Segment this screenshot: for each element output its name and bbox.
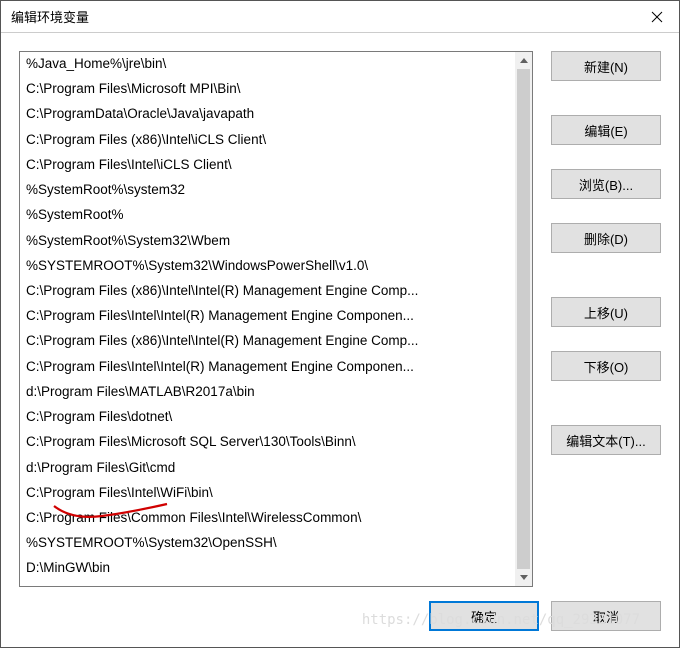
ok-button[interactable]: 确定 bbox=[429, 601, 539, 631]
list-item[interactable]: %SystemRoot%\System32\Wbem bbox=[20, 229, 515, 254]
list-item[interactable]: %SYSTEMROOT%\System32\OpenSSH\ bbox=[20, 531, 515, 556]
browse-button[interactable]: 浏览(B)... bbox=[551, 169, 661, 199]
list-item[interactable]: %SystemRoot%\system32 bbox=[20, 178, 515, 203]
delete-button[interactable]: 删除(D) bbox=[551, 223, 661, 253]
list-item[interactable]: D:\MinGW\bin bbox=[20, 556, 515, 581]
list-item[interactable]: C:\Program Files\dotnet\ bbox=[20, 405, 515, 430]
list-item[interactable]: C:\ProgramData\Oracle\Java\javapath bbox=[20, 102, 515, 127]
window-title: 编辑环境变量 bbox=[11, 7, 89, 26]
scroll-up-arrow[interactable] bbox=[515, 52, 532, 69]
scrollbar[interactable] bbox=[515, 52, 532, 586]
dialog-footer: https://blog.csdn.net/qq_29381077 确定 取消 bbox=[1, 587, 679, 647]
edit-button[interactable]: 编辑(E) bbox=[551, 115, 661, 145]
list-item[interactable]: C:\Program Files (x86)\Intel\Intel(R) Ma… bbox=[20, 279, 515, 304]
moveup-button[interactable]: 上移(U) bbox=[551, 297, 661, 327]
list-item[interactable]: %Java_Home%\jre\bin\ bbox=[20, 52, 515, 77]
cancel-button[interactable]: 取消 bbox=[551, 601, 661, 631]
edittext-button[interactable]: 编辑文本(T)... bbox=[551, 425, 661, 455]
path-list-container: %Java_Home%\jre\bin\ C:\Program Files\Mi… bbox=[19, 51, 533, 587]
new-button[interactable]: 新建(N) bbox=[551, 51, 661, 81]
close-button[interactable] bbox=[634, 1, 679, 33]
list-item[interactable]: C:\Program Files\Common Files\Intel\Wire… bbox=[20, 506, 515, 531]
chevron-down-icon bbox=[520, 575, 528, 580]
list-item[interactable]: C:\Program Files (x86)\Intel\iCLS Client… bbox=[20, 128, 515, 153]
list-item[interactable]: d:\Program Files\Git\cmd bbox=[20, 456, 515, 481]
scroll-down-arrow[interactable] bbox=[515, 569, 532, 586]
list-item[interactable]: C:\Program Files\Intel\Intel(R) Manageme… bbox=[20, 355, 515, 380]
list-item[interactable]: C:\Program Files\Intel\WiFi\bin\ bbox=[20, 481, 515, 506]
button-column: 新建(N) 编辑(E) 浏览(B)... 删除(D) 上移(U) 下移(O) 编… bbox=[551, 51, 661, 587]
close-icon bbox=[651, 11, 663, 23]
movedown-button[interactable]: 下移(O) bbox=[551, 351, 661, 381]
list-item[interactable]: C:\Program Files\Intel\Intel(R) Manageme… bbox=[20, 304, 515, 329]
dialog-window: 编辑环境变量 %Java_Home%\jre\bin\ C:\Program F… bbox=[0, 0, 680, 648]
titlebar: 编辑环境变量 bbox=[1, 1, 679, 33]
list-item[interactable]: C:\Program Files\Microsoft MPI\Bin\ bbox=[20, 77, 515, 102]
list-item[interactable]: C:\Program Files (x86)\Intel\Intel(R) Ma… bbox=[20, 329, 515, 354]
content-area: %Java_Home%\jre\bin\ C:\Program Files\Mi… bbox=[1, 33, 679, 587]
chevron-up-icon bbox=[520, 58, 528, 63]
scroll-thumb[interactable] bbox=[517, 69, 530, 569]
path-listbox[interactable]: %Java_Home%\jre\bin\ C:\Program Files\Mi… bbox=[20, 52, 515, 586]
list-item[interactable]: %SYSTEMROOT%\System32\WindowsPowerShell\… bbox=[20, 254, 515, 279]
list-item[interactable]: C:\Program Files\Microsoft SQL Server\13… bbox=[20, 430, 515, 455]
list-item[interactable]: d:\Program Files\MATLAB\R2017a\bin bbox=[20, 380, 515, 405]
list-item[interactable]: C:\Program Files\Intel\iCLS Client\ bbox=[20, 153, 515, 178]
list-item[interactable]: %SystemRoot% bbox=[20, 203, 515, 228]
